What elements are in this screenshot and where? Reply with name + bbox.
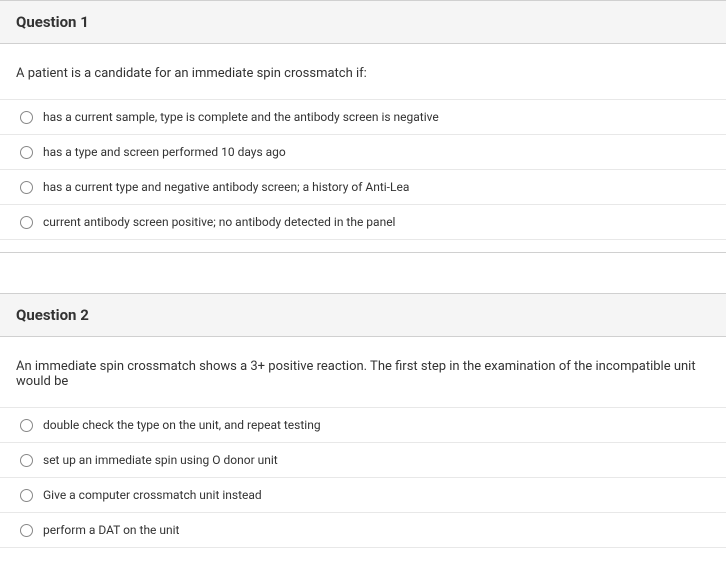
radio-icon[interactable]	[20, 181, 33, 194]
option-label: double check the type on the unit, and r…	[43, 418, 321, 432]
options-list: double check the type on the unit, and r…	[0, 408, 726, 548]
option-row[interactable]: Give a computer crossmatch unit instead	[0, 478, 726, 513]
option-label: has a current type and negative antibody…	[43, 180, 409, 194]
option-label: current antibody screen positive; no ant…	[43, 215, 395, 229]
option-label: has a current sample, type is complete a…	[43, 110, 439, 124]
radio-icon[interactable]	[20, 111, 33, 124]
question-block-1: Question 1 A patient is a candidate for …	[0, 0, 726, 253]
question-prompt: An immediate spin crossmatch shows a 3+ …	[0, 337, 726, 408]
option-label: perform a DAT on the unit	[43, 523, 179, 537]
radio-icon[interactable]	[20, 216, 33, 229]
radio-icon[interactable]	[20, 454, 33, 467]
question-prompt: A patient is a candidate for an immediat…	[0, 44, 726, 100]
radio-icon[interactable]	[20, 524, 33, 537]
radio-icon[interactable]	[20, 419, 33, 432]
question-header: Question 2	[0, 293, 726, 337]
options-list: has a current sample, type is complete a…	[0, 100, 726, 240]
option-row[interactable]: has a type and screen performed 10 days …	[0, 135, 726, 170]
option-label: set up an immediate spin using O donor u…	[43, 453, 278, 467]
option-row[interactable]: has a current type and negative antibody…	[0, 170, 726, 205]
option-row[interactable]: current antibody screen positive; no ant…	[0, 205, 726, 240]
radio-icon[interactable]	[20, 146, 33, 159]
question-header: Question 1	[0, 0, 726, 44]
question-title: Question 2	[16, 306, 710, 324]
option-label: has a type and screen performed 10 days …	[43, 145, 286, 159]
option-label: Give a computer crossmatch unit instead	[43, 488, 262, 502]
option-row[interactable]: perform a DAT on the unit	[0, 513, 726, 548]
radio-icon[interactable]	[20, 489, 33, 502]
option-row[interactable]: set up an immediate spin using O donor u…	[0, 443, 726, 478]
divider	[0, 252, 726, 253]
question-title: Question 1	[16, 13, 710, 31]
question-block-2: Question 2 An immediate spin crossmatch …	[0, 293, 726, 548]
option-row[interactable]: has a current sample, type is complete a…	[0, 100, 726, 135]
option-row[interactable]: double check the type on the unit, and r…	[0, 408, 726, 443]
